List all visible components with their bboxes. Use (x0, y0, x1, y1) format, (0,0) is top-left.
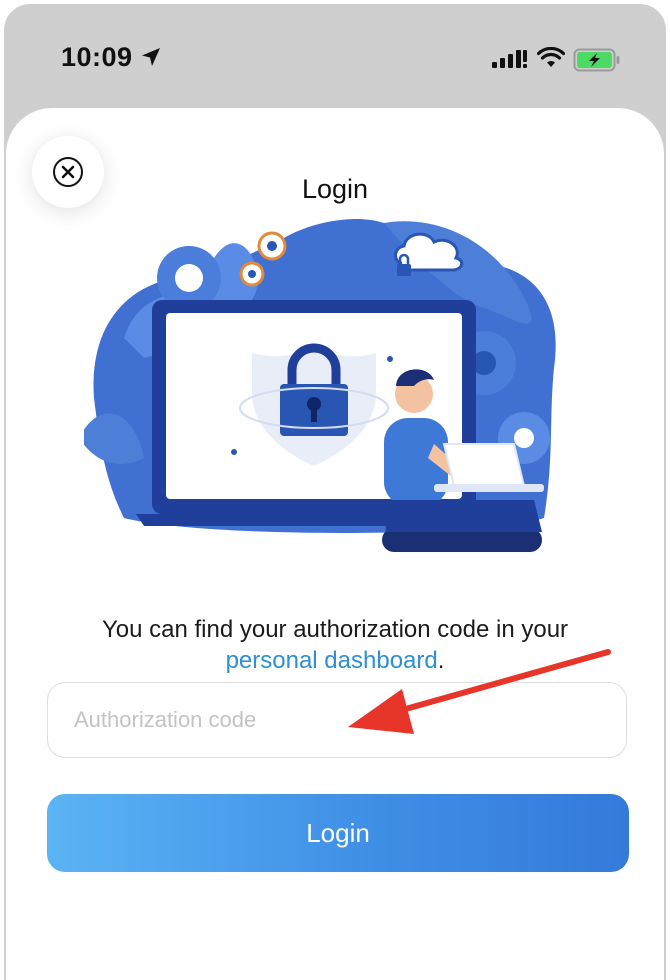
status-bar: 10:09 (4, 4, 666, 108)
status-time: 10:09 (61, 42, 133, 72)
signal-icon (492, 50, 527, 68)
info-text-period: . (437, 647, 445, 674)
wifi-icon (537, 47, 565, 67)
security-illustration (84, 218, 556, 552)
authorization-code-input[interactable] (47, 682, 627, 758)
location-arrow-icon (142, 48, 160, 66)
info-text: You can find your authorization code in … (36, 614, 634, 676)
phone-screen: 10:09 Login You can find your authorizat… (4, 4, 666, 980)
personal-dashboard-link[interactable]: personal dashboard (226, 647, 438, 674)
page-title: Login (301, 174, 369, 205)
login-sheet: Login You can find your authorization co… (6, 108, 664, 980)
battery-charging-icon (573, 48, 620, 72)
info-text-body: You can find your authorization code in … (101, 616, 569, 643)
login-button[interactable]: Login (47, 794, 629, 872)
